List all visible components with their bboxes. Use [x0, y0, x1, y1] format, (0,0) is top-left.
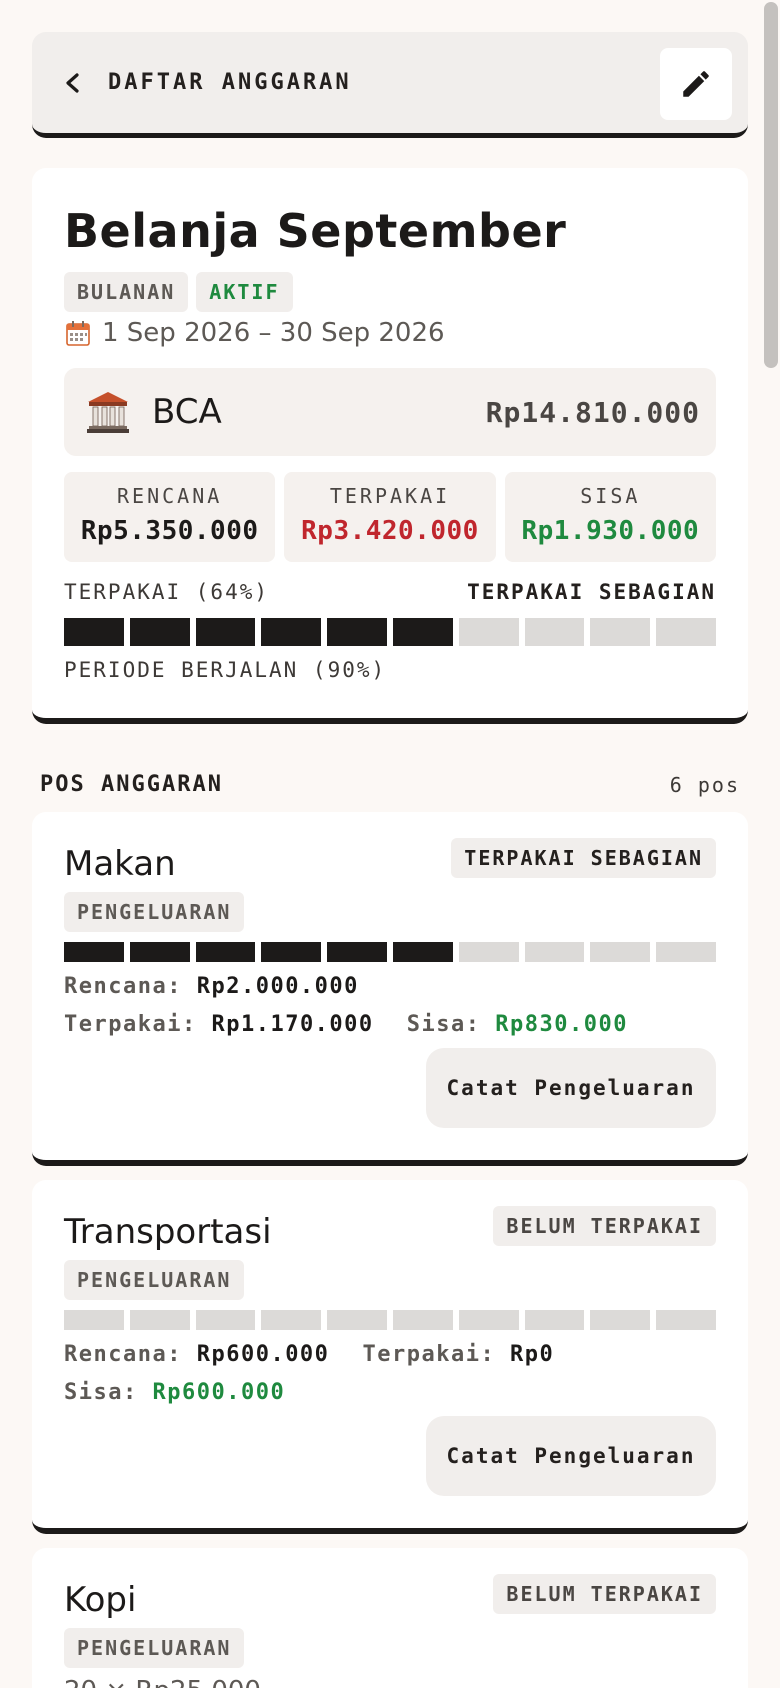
- section-title: POS ANGGARAN: [40, 772, 223, 797]
- stat-remaining: SISA Rp1.930.000: [504, 472, 716, 562]
- used-value: Rp0: [510, 1342, 555, 1367]
- account-name: BCA: [152, 392, 222, 432]
- progress-segment: [327, 1310, 387, 1330]
- used-label: Terpakai:: [362, 1342, 496, 1367]
- progress-segment: [261, 618, 322, 646]
- item-kind-tag: PENGELUARAN: [64, 892, 245, 932]
- progress-segment: [524, 1310, 585, 1330]
- progress-segment: [458, 1310, 519, 1330]
- budget-item-card: Makan TERPAKAI SEBAGIAN PENGELUARAN Renc…: [32, 812, 748, 1166]
- progress-segment: [590, 942, 651, 962]
- top-bar: DAFTAR ANGGARAN: [32, 32, 748, 138]
- progress-segment: [129, 618, 190, 646]
- stat-used-label: TERPAKAI: [329, 484, 451, 508]
- progress-status: TERPAKAI SEBAGIAN: [467, 580, 716, 604]
- plan-label: Rencana:: [64, 974, 182, 999]
- progress-segment: [327, 942, 387, 962]
- progress-segment: [327, 618, 387, 646]
- record-expense-button[interactable]: Catat Pengeluaran: [426, 1048, 716, 1128]
- stat-remaining-value: Rp1.930.000: [521, 516, 700, 546]
- item-status-badge: TERPAKAI SEBAGIAN: [451, 838, 716, 878]
- period-tag: BULANAN: [64, 272, 189, 312]
- progress-segment: [195, 1310, 256, 1330]
- progress-segment: [195, 618, 256, 646]
- item-progress-bar: [64, 1310, 716, 1330]
- progress-segment: [261, 942, 322, 962]
- progress-segment: [261, 1310, 322, 1330]
- progress-segment: [129, 942, 190, 962]
- plan-value: Rp600.000: [196, 1342, 330, 1367]
- section-count: 6 pos: [669, 772, 740, 797]
- account-row[interactable]: BCA Rp14.810.000: [64, 368, 716, 456]
- progress-segment: [392, 618, 453, 646]
- progress-segment: [656, 942, 716, 962]
- progress-segment: [392, 1310, 453, 1330]
- stat-used: TERPAKAI Rp3.420.000: [284, 472, 496, 562]
- progress-used-label: TERPAKAI (64%): [64, 580, 270, 604]
- budget-item-card: Kopi BELUM TERPAKAI PENGELUARAN 20 × Rp2…: [32, 1548, 748, 1688]
- progress-segment: [64, 1310, 124, 1330]
- item-note: 20 × Rp25.000: [64, 1676, 261, 1688]
- scrollbar-thumb[interactable]: [764, 2, 778, 368]
- bank-icon: [87, 392, 129, 433]
- left-label: Sisa:: [406, 1012, 481, 1037]
- item-name: Transportasi: [64, 1212, 272, 1252]
- progress-segment: [64, 618, 124, 646]
- progress-segment: [590, 1310, 651, 1330]
- progress-segment: [458, 618, 519, 646]
- stat-used-value: Rp3.420.000: [301, 516, 479, 546]
- account-balance: Rp14.810.000: [485, 395, 700, 429]
- plan-value: Rp2.000.000: [196, 974, 359, 999]
- used-label: Terpakai:: [64, 1012, 197, 1037]
- plan-label: Rencana:: [64, 1342, 182, 1367]
- budget-progress-bar: [64, 618, 716, 646]
- chevron-left-icon: [66, 72, 79, 93]
- period-progress-label: PERIODE BERJALAN (90%): [64, 658, 387, 682]
- item-status-badge: BELUM TERPAKAI: [493, 1574, 716, 1614]
- budget-summary-card: Belanja September BULANAN AKTIF 1 Sep 20…: [32, 168, 748, 724]
- progress-segment: [524, 942, 585, 962]
- progress-segment: [195, 942, 256, 962]
- back-label: DAFTAR ANGGARAN: [108, 70, 352, 95]
- item-kind-tag: PENGELUARAN: [64, 1628, 245, 1668]
- progress-segment: [524, 618, 585, 646]
- calendar-icon: [66, 321, 90, 346]
- progress-segment: [656, 1310, 716, 1330]
- pencil-icon: [683, 71, 709, 97]
- budget-title: Belanja September: [64, 204, 567, 258]
- left-value: Rp600.000: [152, 1380, 286, 1405]
- stat-planned: RENCANA Rp5.350.000: [64, 472, 276, 562]
- progress-segment: [590, 618, 651, 646]
- item-name: Kopi: [64, 1580, 137, 1620]
- record-expense-button[interactable]: Catat Pengeluaran: [426, 1416, 716, 1496]
- progress-segment: [64, 942, 124, 962]
- back-button[interactable]: DAFTAR ANGGARAN: [32, 32, 352, 133]
- item-progress-bar: [64, 942, 716, 962]
- used-value: Rp1.170.000: [211, 1012, 374, 1037]
- budget-item-card: Transportasi BELUM TERPAKAI PENGELUARAN …: [32, 1180, 748, 1534]
- stat-remaining-label: SISA: [580, 484, 641, 508]
- progress-segment: [129, 1310, 190, 1330]
- stat-planned-label: RENCANA: [117, 484, 223, 508]
- progress-segment: [392, 942, 453, 962]
- item-status-badge: BELUM TERPAKAI: [493, 1206, 716, 1246]
- status-badge: AKTIF: [196, 272, 293, 312]
- progress-segment: [458, 942, 519, 962]
- edit-button[interactable]: [660, 48, 732, 120]
- left-label: Sisa:: [64, 1380, 138, 1405]
- stat-planned-value: Rp5.350.000: [80, 516, 259, 546]
- item-kind-tag: PENGELUARAN: [64, 1260, 245, 1300]
- date-range: 1 Sep 2026 – 30 Sep 2026: [102, 318, 445, 348]
- item-name: Makan: [64, 844, 176, 884]
- scrollbar[interactable]: [762, 0, 780, 1688]
- left-value: Rp830.000: [495, 1012, 628, 1037]
- progress-segment: [656, 618, 716, 646]
